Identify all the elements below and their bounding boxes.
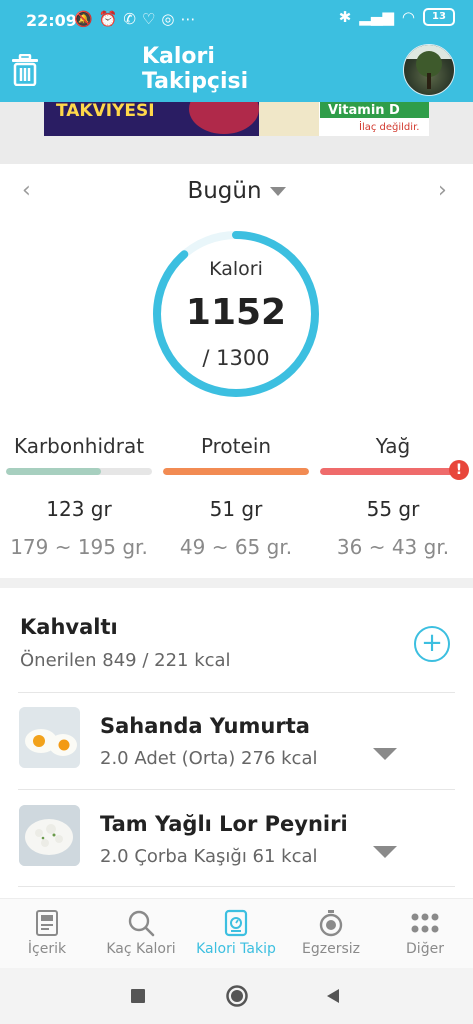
meal-title: Kahvaltı bbox=[20, 615, 118, 639]
divider bbox=[18, 692, 455, 693]
app-header: 22:09 🔕⏰✆♡◎⋯ ✱ ▂▄▆ ◠ 13 Kalori Takipçisi bbox=[0, 0, 473, 102]
chevron-down-icon[interactable] bbox=[373, 748, 397, 760]
nav-kalori-takip[interactable]: Kalori Takip bbox=[189, 907, 283, 957]
notification-icons: 🔕⏰✆♡◎⋯ bbox=[74, 10, 202, 28]
food-thumbnail bbox=[19, 805, 80, 866]
bluetooth-icon: ✱ bbox=[338, 8, 352, 26]
ad-product-strip bbox=[259, 102, 319, 136]
book-icon bbox=[36, 910, 58, 936]
recent-apps-button[interactable] bbox=[130, 988, 146, 1004]
calorie-target: / 1300 bbox=[202, 346, 270, 370]
food-detail: 2.0 Adet (Orta) 276 kcal bbox=[100, 748, 318, 769]
macro-name: Protein bbox=[200, 434, 272, 458]
calorie-value: 1152 bbox=[185, 292, 287, 333]
macro-range: 49 ~ 65 gr. bbox=[179, 535, 293, 559]
nav-kac-kalori[interactable]: Kaç Kalori bbox=[94, 907, 188, 957]
status-time: 22:09 bbox=[26, 11, 77, 30]
egg-image bbox=[19, 707, 80, 768]
macro-range: 179 ~ 195 gr. bbox=[10, 535, 148, 559]
add-food-button[interactable]: + bbox=[414, 626, 450, 662]
macro-protein: Protein 51 gr 49 ~ 65 gr. bbox=[159, 434, 313, 559]
status-right: ✱ ▂▄▆ ◠ 13 bbox=[339, 8, 455, 26]
title-line2: Takipçisi bbox=[142, 69, 249, 94]
status-bar: 22:09 🔕⏰✆♡◎⋯ ✱ ▂▄▆ ◠ 13 bbox=[0, 0, 473, 38]
home-button[interactable] bbox=[225, 984, 249, 1008]
day-selector[interactable]: Bugün bbox=[0, 178, 473, 204]
nav-label: Kalori Takip bbox=[196, 941, 276, 957]
nav-icerik[interactable]: İçerik bbox=[0, 907, 94, 957]
day-label: Bugün bbox=[187, 178, 262, 204]
divider bbox=[18, 789, 455, 790]
macro-amount: 123 gr bbox=[46, 497, 112, 521]
scale-icon bbox=[224, 909, 248, 937]
back-button[interactable] bbox=[325, 988, 341, 1004]
macro-amount: 55 gr bbox=[366, 497, 420, 521]
calorie-label: Kalori bbox=[209, 258, 263, 280]
avatar[interactable] bbox=[403, 44, 455, 96]
warning-icon[interactable]: ! bbox=[449, 460, 469, 480]
macro-bar bbox=[163, 468, 309, 475]
macro-bar-fill bbox=[163, 468, 309, 475]
search-icon bbox=[128, 910, 155, 937]
nav-label: Kaç Kalori bbox=[106, 941, 176, 957]
macro-bar-fill bbox=[6, 468, 101, 475]
next-day-button[interactable]: › bbox=[438, 178, 447, 203]
cheese-image bbox=[19, 805, 80, 866]
nav-diger[interactable]: Diğer bbox=[378, 907, 472, 957]
nav-egzersiz[interactable]: Egzersiz bbox=[284, 907, 378, 957]
nav-label: Egzersiz bbox=[302, 941, 360, 957]
food-name[interactable]: Tam Yağlı Lor Peyniri bbox=[100, 812, 348, 836]
macro-bar bbox=[320, 468, 466, 475]
food-name[interactable]: Sahanda Yumurta bbox=[100, 714, 310, 738]
battery-icon: 13 bbox=[423, 8, 455, 26]
title-line1: Kalori bbox=[142, 44, 215, 69]
macro-amount: 51 gr bbox=[209, 497, 263, 521]
wifi-icon: ◠ bbox=[401, 8, 415, 26]
food-thumbnail bbox=[19, 707, 80, 768]
macro-bar bbox=[6, 468, 152, 475]
grid-icon bbox=[411, 913, 439, 933]
ad-note: İlaç değildir. bbox=[359, 122, 420, 133]
signal-icon: ▂▄▆ bbox=[359, 8, 394, 26]
page-title: Kalori Takipçisi bbox=[142, 44, 248, 94]
macro-name: Karbonhidrat bbox=[13, 434, 145, 458]
macro-fat: Yağ 55 gr 36 ~ 43 gr. bbox=[316, 434, 470, 559]
section-divider bbox=[0, 578, 473, 588]
ad-banner[interactable]: TAKVIYESI Vitamin D İlaç değildir. bbox=[44, 102, 429, 136]
chevron-down-icon bbox=[269, 187, 286, 196]
macro-name: Yağ bbox=[375, 434, 411, 458]
nav-label: Diğer bbox=[406, 941, 444, 957]
macro-range: 36 ~ 43 gr. bbox=[336, 535, 450, 559]
ad-vitamin-title: Vitamin D bbox=[320, 102, 429, 118]
avatar-trunk bbox=[427, 73, 431, 89]
nav-label: İçerik bbox=[27, 941, 67, 957]
macro-bar-fill bbox=[320, 468, 466, 475]
system-nav-bar bbox=[0, 968, 473, 1024]
trash-icon[interactable] bbox=[10, 54, 40, 86]
chevron-down-icon[interactable] bbox=[373, 846, 397, 858]
bottom-nav: İçerik Kaç Kalori Kalori Takip Egzersiz … bbox=[0, 898, 473, 969]
macro-carbs: Karbonhidrat 123 gr 179 ~ 195 gr. bbox=[2, 434, 156, 559]
food-detail: 2.0 Çorba Kaşığı 61 kcal bbox=[100, 846, 318, 867]
meal-subtitle: Önerilen 849 / 221 kcal bbox=[20, 650, 231, 671]
divider bbox=[18, 886, 455, 887]
stopwatch-icon bbox=[319, 910, 343, 937]
